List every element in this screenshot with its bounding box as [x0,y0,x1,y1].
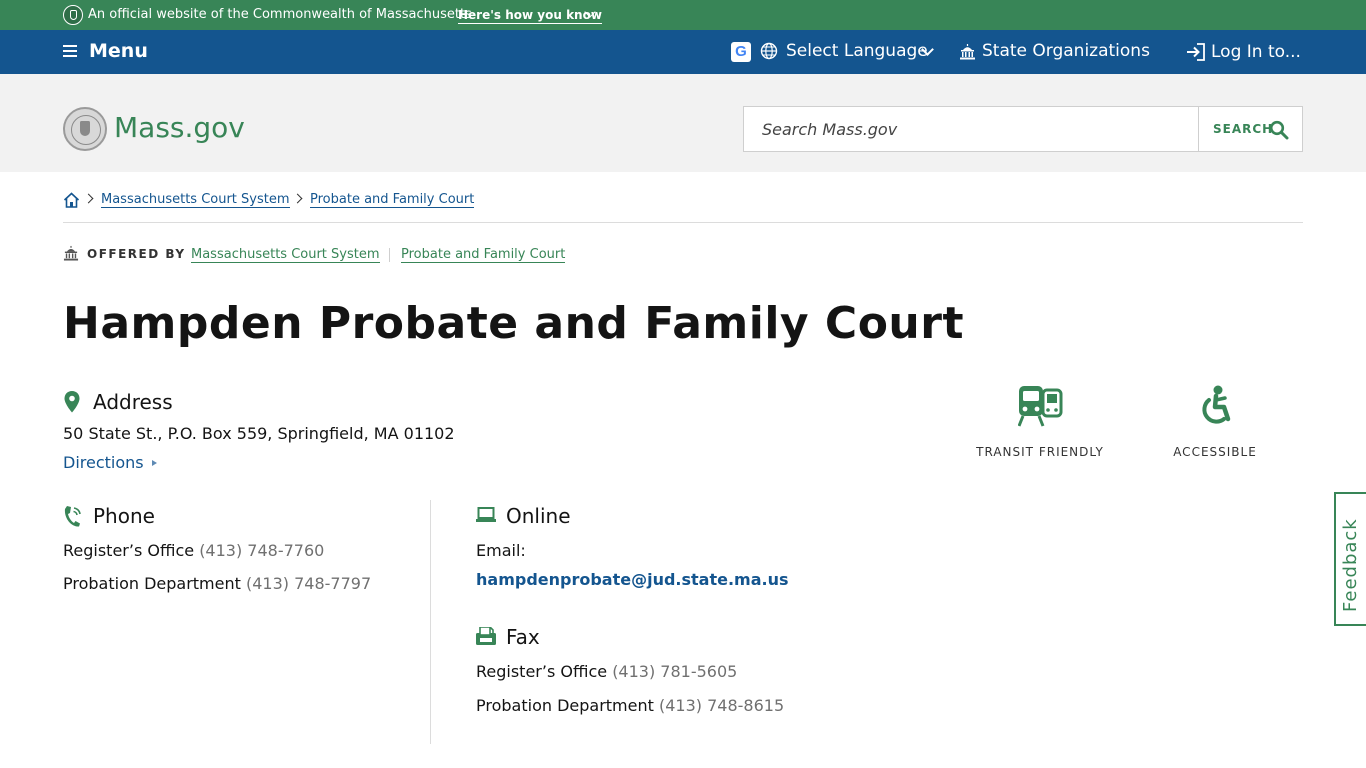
phone-number[interactable]: (413) 748-7760 [199,541,324,560]
email-link[interactable]: hampdenprobate@jud.state.ma.us [476,570,789,589]
feedback-label: Feedback [1340,518,1361,612]
fax-icon [476,627,496,645]
capitol-building-icon[interactable] [959,43,976,60]
column-divider [430,500,431,744]
google-translate-icon[interactable]: G [731,42,751,62]
phone-entry-probation: Probation Department (413) 748-7797 [63,574,371,593]
online-heading: Online [506,504,571,528]
offered-by-bar: OFFERED BY Massachusetts Court System Pr… [63,244,863,264]
official-website-text: An official website of the Commonwealth … [88,7,472,22]
log-in-button[interactable]: Log In to... [1211,42,1301,62]
fax-heading: Fax [506,625,540,649]
arrow-right-icon[interactable] [152,460,157,466]
offered-by-court-system-link[interactable]: Massachusetts Court System [191,247,380,263]
fax-number: (413) 781-5605 [612,662,738,681]
select-language-dropdown[interactable]: Select Language [786,41,928,61]
accessible-label: ACCESSIBLE [1173,445,1257,459]
capitol-building-icon [63,245,79,261]
fax-entry-register: Register’s Office (413) 781-5605 [476,662,737,681]
site-header: Mass.gov SEARCH [0,74,1366,172]
phone-number[interactable]: (413) 748-7797 [246,574,371,593]
magnifier-icon [1269,120,1289,140]
chevron-right-icon [292,193,303,204]
map-pin-icon [64,391,80,413]
fax-number: (413) 748-8615 [659,696,785,715]
search-button-label: SEARCH [1213,122,1274,136]
directions-link[interactable]: Directions [63,453,144,472]
home-icon[interactable] [63,192,80,208]
feedback-button[interactable]: Feedback [1334,492,1366,626]
hamburger-menu-icon[interactable] [63,45,77,57]
offered-by-probate-court-link[interactable]: Probate and Family Court [401,247,566,263]
search-button[interactable]: SEARCH [1198,106,1303,152]
official-banner: An official website of the Commonwealth … [0,0,1366,30]
breadcrumb: Massachusetts Court System Probate and F… [63,190,1303,210]
massachusetts-seal-icon[interactable] [63,107,107,151]
transit-friendly-label: TRANSIT FRIENDLY [976,445,1104,459]
accessible-icon [1202,385,1231,424]
breadcrumb-divider [63,222,1303,223]
menu-button[interactable]: Menu [89,40,148,62]
state-seal-icon [63,5,83,25]
phone-entry-register: Register’s Office (413) 748-7760 [63,541,324,560]
globe-icon[interactable] [760,42,778,60]
offered-by-label: OFFERED BY [87,247,186,261]
transit-icon [1018,386,1063,427]
email-label: Email: [476,541,526,560]
fax-entry-label: Register’s Office [476,662,608,681]
login-icon[interactable] [1186,43,1206,61]
phone-heading: Phone [93,504,155,528]
phone-entry-label: Register’s Office [63,541,195,560]
breadcrumb-link-court-system[interactable]: Massachusetts Court System [101,192,290,208]
laptop-icon [476,507,496,522]
page-title: Hampden Probate and Family Court [63,298,964,349]
breadcrumb-link-probate-court[interactable]: Probate and Family Court [310,192,475,208]
search-input[interactable] [743,106,1199,152]
address-heading: Address [93,390,173,414]
top-navigation-bar: Menu G Select Language State Organizatio… [0,30,1366,74]
heres-how-you-know-link[interactable]: Here's how you know [458,8,602,24]
fax-entry-label: Probation Department [476,696,654,715]
mass-gov-logo-link[interactable]: Mass.gov [114,111,245,144]
phone-entry-label: Probation Department [63,574,241,593]
phone-icon [64,506,81,527]
chevron-right-icon [83,193,94,204]
state-organizations-link[interactable]: State Organizations [982,41,1150,61]
offered-by-divider [389,248,390,262]
fax-entry-probation: Probation Department (413) 748-8615 [476,696,784,715]
address-text: 50 State St., P.O. Box 559, Springfield,… [63,424,455,443]
